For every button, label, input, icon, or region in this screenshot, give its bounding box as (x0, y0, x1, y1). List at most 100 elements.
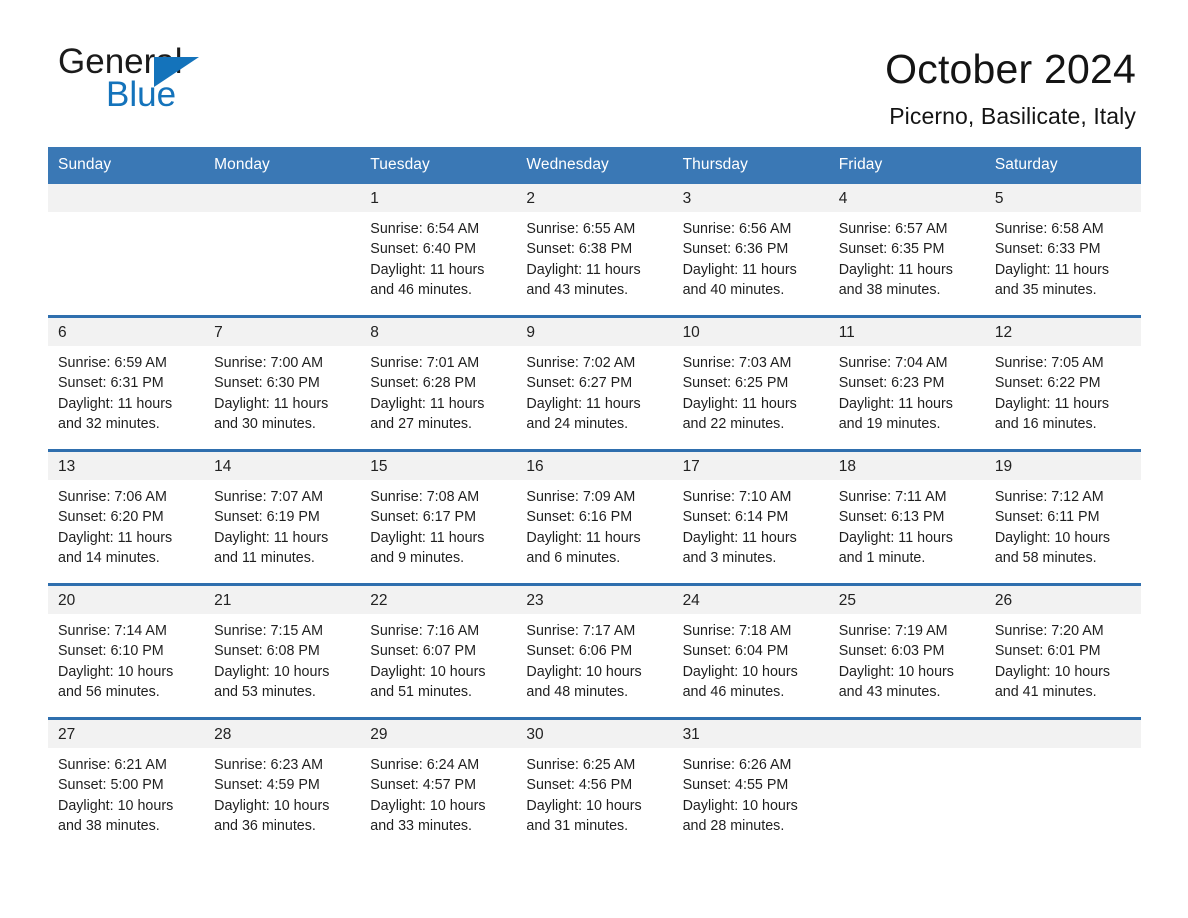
sunrise-text: Sunrise: 7:08 AM (370, 489, 480, 506)
weekday-header-row: Sunday Monday Tuesday Wednesday Thursday… (48, 147, 1141, 185)
daylight-text: Daylight: 10 hours and 58 minutes. (994, 529, 1111, 566)
day-cell[interactable]: 28 Sunrise: 6:23 AM Sunset: 4:59 PM Dayligh… (204, 720, 361, 839)
day-details: Sunrise: 7:01 AM Sunset: 6:28 PM Daylight:… (360, 346, 516, 434)
day-cell[interactable]: 13 Sunrise: 7:06 AM Sunset: 6:20 PM Dayligh… (48, 452, 205, 571)
sunset-text: Sunset: 6:33 PM (994, 241, 1101, 258)
day-details: Sunrise: 6:23 AM Sunset: 4:59 PM Daylight:… (204, 748, 360, 836)
day-number: 20 (48, 586, 205, 615)
day-cell[interactable]: 30 Sunrise: 6:25 AM Sunset: 4:56 PM Dayligh… (516, 720, 673, 839)
day-number: 12 (984, 318, 1141, 347)
day-cell[interactable]: 27 Sunrise: 6:21 AM Sunset: 5:00 PM Dayligh… (48, 720, 205, 839)
day-cell[interactable]: 21 Sunrise: 7:15 AM Sunset: 6:08 PM Dayligh… (204, 586, 361, 705)
sunrise-text: Sunrise: 7:04 AM (838, 355, 948, 372)
day-cell[interactable]: 17 Sunrise: 7:10 AM Sunset: 6:14 PM Dayligh… (672, 452, 829, 571)
daylight-text: Daylight: 10 hours and 46 minutes. (682, 663, 798, 700)
day-number: 27 (48, 720, 205, 749)
day-cell[interactable]: 10 Sunrise: 7:03 AM Sunset: 6:25 PM Dayligh… (672, 318, 829, 437)
page-title: October 2024 (885, 46, 1136, 92)
day-number: 8 (360, 318, 517, 347)
weekday-sunday: Sunday (58, 156, 112, 174)
day-cell[interactable]: 22 Sunrise: 7:16 AM Sunset: 6:07 PM Dayligh… (360, 586, 517, 705)
day-cell[interactable]: 2 Sunrise: 6:55 AM Sunset: 6:38 PM Daylight… (516, 184, 673, 303)
sunset-text: Sunset: 6:08 PM (214, 643, 320, 660)
sunset-text: Sunset: 4:59 PM (214, 777, 320, 794)
sunrise-text: Sunrise: 6:56 AM (682, 221, 792, 238)
day-cell[interactable]: 24 Sunrise: 7:18 AM Sunset: 6:04 PM Dayligh… (672, 586, 829, 705)
day-cell[interactable]: 19 Sunrise: 7:12 AM Sunset: 6:11 PM Dayligh… (984, 452, 1141, 571)
daylight-text: Daylight: 11 hours and 40 minutes. (682, 261, 797, 298)
sunset-text: Sunset: 6:22 PM (994, 375, 1101, 392)
day-cell[interactable]: 3 Sunrise: 6:56 AM Sunset: 6:36 PM Daylight… (672, 184, 829, 303)
day-cell-empty (48, 184, 205, 303)
daylight-text: Daylight: 10 hours and 53 minutes. (214, 663, 330, 700)
sunset-text: Sunset: 6:35 PM (838, 241, 945, 258)
sunrise-text: Sunrise: 7:07 AM (214, 489, 324, 506)
day-number: 15 (360, 452, 517, 481)
day-cell[interactable]: 7 Sunrise: 7:00 AM Sunset: 6:30 PM Daylight… (204, 318, 361, 437)
day-cell[interactable]: 16 Sunrise: 7:09 AM Sunset: 6:16 PM Dayligh… (516, 452, 673, 571)
day-details: Sunrise: 7:15 AM Sunset: 6:08 PM Daylight:… (204, 614, 360, 702)
day-cell[interactable]: 20 Sunrise: 7:14 AM Sunset: 6:10 PM Dayligh… (48, 586, 205, 705)
day-cell[interactable]: 8 Sunrise: 7:01 AM Sunset: 6:28 PM Daylight… (360, 318, 517, 437)
sunset-text: Sunset: 6:17 PM (370, 509, 476, 526)
day-details: Sunrise: 7:19 AM Sunset: 6:03 PM Daylight:… (829, 614, 985, 702)
day-number: 13 (48, 452, 205, 481)
day-cell[interactable]: 26 Sunrise: 7:20 AM Sunset: 6:01 PM Dayligh… (984, 586, 1141, 705)
sunset-text: Sunset: 6:11 PM (994, 509, 1100, 526)
day-details: Sunrise: 7:08 AM Sunset: 6:17 PM Daylight:… (360, 480, 516, 568)
day-number: 10 (672, 318, 829, 347)
sunset-text: Sunset: 5:00 PM (58, 777, 164, 794)
weekday-friday: Friday (838, 156, 883, 174)
daylight-text: Daylight: 11 hours and 3 minutes. (682, 529, 797, 566)
day-cell[interactable]: 1 Sunrise: 6:54 AM Sunset: 6:40 PM Daylight… (360, 184, 517, 303)
day-cell[interactable]: 29 Sunrise: 6:24 AM Sunset: 4:57 PM Dayligh… (360, 720, 517, 839)
weekday-thursday: Thursday (682, 156, 748, 174)
day-number: 29 (360, 720, 517, 749)
daylight-text: Daylight: 10 hours and 36 minutes. (214, 797, 330, 834)
day-cell[interactable]: 4 Sunrise: 6:57 AM Sunset: 6:35 PM Daylight… (828, 184, 985, 303)
day-cell[interactable]: 25 Sunrise: 7:19 AM Sunset: 6:03 PM Dayligh… (828, 586, 985, 705)
day-number: 17 (672, 452, 829, 481)
day-cell[interactable]: 6 Sunrise: 6:59 AM Sunset: 6:31 PM Daylight… (48, 318, 205, 437)
general-blue-logo: General Blue (58, 44, 248, 116)
sunrise-text: Sunrise: 6:58 AM (994, 221, 1104, 238)
sunset-text: Sunset: 6:28 PM (370, 375, 476, 392)
day-details: Sunrise: 7:16 AM Sunset: 6:07 PM Daylight:… (360, 614, 516, 702)
sunrise-text: Sunrise: 7:03 AM (682, 355, 792, 372)
sunrise-text: Sunrise: 6:59 AM (58, 355, 167, 372)
day-cell[interactable]: 23 Sunrise: 7:17 AM Sunset: 6:06 PM Dayligh… (516, 586, 673, 705)
daylight-text: Daylight: 11 hours and 30 minutes. (214, 395, 329, 432)
day-details: Sunrise: 6:57 AM Sunset: 6:35 PM Daylight:… (829, 212, 985, 300)
day-number: 31 (672, 720, 829, 749)
day-details: Sunrise: 7:00 AM Sunset: 6:30 PM Daylight:… (204, 346, 360, 434)
sunrise-text: Sunrise: 7:18 AM (682, 623, 792, 640)
sunset-text: Sunset: 4:57 PM (370, 777, 476, 794)
day-number: 3 (672, 184, 829, 213)
day-cell[interactable]: 31 Sunrise: 6:26 AM Sunset: 4:55 PM Dayligh… (672, 720, 829, 839)
day-cell[interactable]: 18 Sunrise: 7:11 AM Sunset: 6:13 PM Dayligh… (828, 452, 985, 571)
day-cell[interactable]: 5 Sunrise: 6:58 AM Sunset: 6:33 PM Daylight… (984, 184, 1141, 303)
day-number: 23 (516, 586, 673, 615)
day-cell[interactable]: 14 Sunrise: 7:07 AM Sunset: 6:19 PM Dayligh… (204, 452, 361, 571)
sunrise-text: Sunrise: 7:11 AM (838, 489, 947, 506)
day-cell[interactable]: 15 Sunrise: 7:08 AM Sunset: 6:17 PM Dayligh… (360, 452, 517, 571)
daylight-text: Daylight: 10 hours and 56 minutes. (58, 663, 174, 700)
weekday-tuesday: Tuesday (370, 156, 430, 174)
calendar-weeks: 1 Sunrise: 6:54 AM Sunset: 6:40 PM Daylight… (48, 184, 1141, 839)
daylight-text: Daylight: 11 hours and 6 minutes. (526, 529, 641, 566)
daylight-text: Daylight: 11 hours and 38 minutes. (838, 261, 953, 298)
day-cell[interactable]: 12 Sunrise: 7:05 AM Sunset: 6:22 PM Dayligh… (984, 318, 1141, 437)
day-details: Sunrise: 6:56 AM Sunset: 6:36 PM Daylight:… (673, 212, 829, 300)
sunrise-text: Sunrise: 7:02 AM (526, 355, 636, 372)
day-details: Sunrise: 6:55 AM Sunset: 6:38 PM Daylight:… (516, 212, 672, 300)
day-cell[interactable]: 11 Sunrise: 7:04 AM Sunset: 6:23 PM Dayligh… (828, 318, 985, 437)
day-details: Sunrise: 7:05 AM Sunset: 6:22 PM Daylight:… (985, 346, 1141, 434)
day-cell[interactable]: 9 Sunrise: 7:02 AM Sunset: 6:27 PM Daylight… (516, 318, 673, 437)
day-number: 4 (828, 184, 985, 213)
sunrise-text: Sunrise: 6:21 AM (58, 757, 167, 774)
day-details: Sunrise: 7:14 AM Sunset: 6:10 PM Daylight:… (48, 614, 204, 702)
sunrise-text: Sunrise: 7:15 AM (214, 623, 324, 640)
day-number: 7 (204, 318, 361, 347)
page-header: General Blue October 2024 Picerno, Basil… (0, 0, 1188, 130)
week-row: 1 Sunrise: 6:54 AM Sunset: 6:40 PM Daylight… (48, 184, 1141, 303)
